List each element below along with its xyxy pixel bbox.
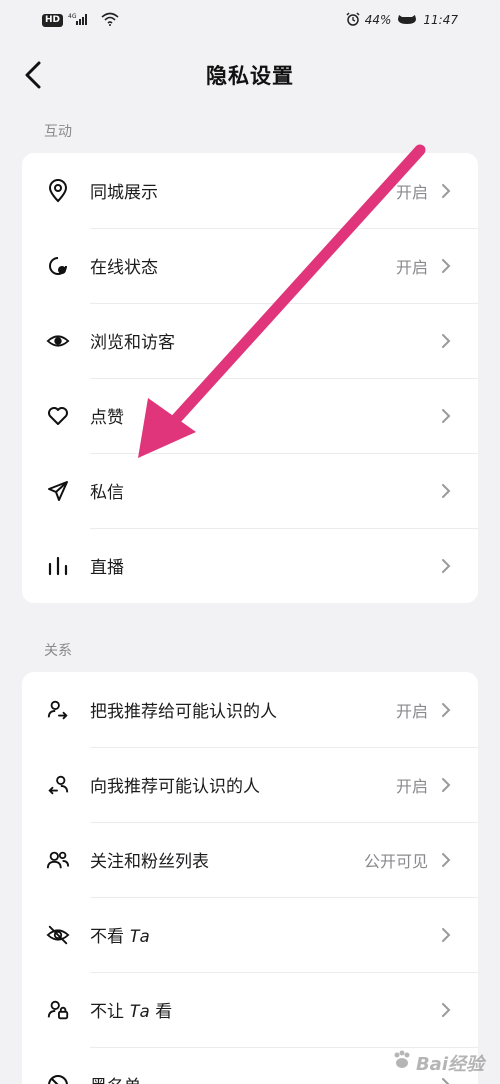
row-label-prefix: 不让 <box>90 1002 130 1022</box>
setting-row-hide-from-them[interactable]: 不让 Ta 看 <box>22 972 478 1047</box>
row-label: 把我推荐给可能认识的人 <box>90 702 277 722</box>
relations-card: 把我推荐给可能认识的人 开启 向我推荐可能认识的人 开启 关注和粉丝列表 公开可… <box>22 672 478 1084</box>
status-bar: HD 4G 44% 11:47 <box>0 0 500 40</box>
setting-row-recommend-me[interactable]: 把我推荐给可能认识的人 开启 <box>22 672 478 747</box>
row-value: 开启 <box>395 182 428 202</box>
chevron-right-icon <box>440 332 452 350</box>
eye-off-icon <box>46 923 70 947</box>
row-label: 点赞 <box>90 408 124 428</box>
chevron-right-icon <box>440 182 452 200</box>
row-label: 向我推荐可能认识的人 <box>90 777 260 797</box>
chevron-right-icon <box>440 1001 452 1019</box>
interaction-card: 同城展示 开启 在线状态 开启 浏览和访客 点赞 私信 直播 <box>22 153 478 603</box>
chevron-right-icon <box>440 407 452 425</box>
row-label: 在线状态 <box>90 258 158 278</box>
chevron-right-icon <box>440 776 452 794</box>
setting-row-online-status[interactable]: 在线状态 开启 <box>22 228 478 303</box>
wifi-icon <box>101 12 119 29</box>
user-share-icon <box>46 698 70 722</box>
setting-row-hide-their-posts[interactable]: 不看 Ta <box>22 897 478 972</box>
chevron-right-icon <box>440 701 452 719</box>
row-label: 不让 Ta 看 <box>90 997 428 1022</box>
row-label-prefix: 不看 <box>90 927 130 947</box>
alarm-icon <box>346 11 360 29</box>
row-value: 开启 <box>395 776 428 796</box>
status-left: HD 4G <box>42 12 119 29</box>
setting-row-follow-fans-list[interactable]: 关注和粉丝列表 公开可见 <box>22 822 478 897</box>
user-lock-icon <box>46 998 70 1022</box>
chevron-right-icon <box>440 557 452 575</box>
users-icon <box>46 848 70 872</box>
section-label-relations: 关系 <box>44 643 72 659</box>
row-value: 公开可见 <box>363 851 428 871</box>
back-button[interactable] <box>18 60 48 90</box>
row-label-ta: Ta <box>129 927 150 947</box>
page-title: 隐私设置 <box>206 64 294 88</box>
location-pin-icon <box>46 178 70 203</box>
battery-percent: 44% <box>364 13 392 27</box>
row-value: 开启 <box>395 257 428 277</box>
hd-badge: HD <box>42 13 64 27</box>
signal-icon: 4G <box>68 12 96 29</box>
setting-row-live[interactable]: 直播 <box>22 528 478 603</box>
setting-row-direct-messages[interactable]: 私信 <box>22 453 478 528</box>
setting-row-recommend-to-me[interactable]: 向我推荐可能认识的人 开启 <box>22 747 478 822</box>
section-label-interaction: 互动 <box>44 124 72 140</box>
watermark: Bai经验 <box>391 1049 484 1076</box>
block-icon <box>46 1073 70 1084</box>
setting-row-browse-visitors[interactable]: 浏览和访客 <box>22 303 478 378</box>
row-label: 直播 <box>90 558 124 578</box>
row-label: 同城展示 <box>90 183 158 203</box>
nav-bar: 隐私设置 <box>0 46 500 104</box>
row-label: 浏览和访客 <box>90 333 175 353</box>
row-label: 关注和粉丝列表 <box>90 852 209 872</box>
svg-text:4G: 4G <box>68 13 77 20</box>
live-bars-icon <box>46 554 70 578</box>
chevron-right-icon <box>440 482 452 500</box>
paper-plane-icon <box>46 479 70 503</box>
row-label-ta: Ta <box>129 1002 150 1022</box>
battery-icon <box>396 13 418 28</box>
paw-icon <box>391 1049 413 1076</box>
chevron-right-icon <box>440 257 452 275</box>
watermark-text: Bai经验 <box>415 1053 484 1075</box>
row-label: 私信 <box>90 483 124 503</box>
user-recommend-icon <box>46 773 70 797</box>
row-label-suffix: 看 <box>149 1002 173 1022</box>
chevron-right-icon <box>440 926 452 944</box>
chevron-right-icon <box>440 1076 452 1084</box>
eye-icon <box>46 329 70 353</box>
row-label: 黑名单 <box>90 1072 428 1084</box>
heart-icon <box>46 404 70 428</box>
chevron-right-icon <box>440 851 452 869</box>
back-arrow-icon <box>25 61 41 89</box>
row-label: 不看 Ta <box>90 922 428 947</box>
row-value: 开启 <box>395 701 428 721</box>
status-right: 44% 11:47 <box>346 11 458 29</box>
setting-row-city-display[interactable]: 同城展示 开启 <box>22 153 478 228</box>
setting-row-likes[interactable]: 点赞 <box>22 378 478 453</box>
online-status-icon <box>46 254 70 278</box>
clock: 11:47 <box>423 13 458 27</box>
